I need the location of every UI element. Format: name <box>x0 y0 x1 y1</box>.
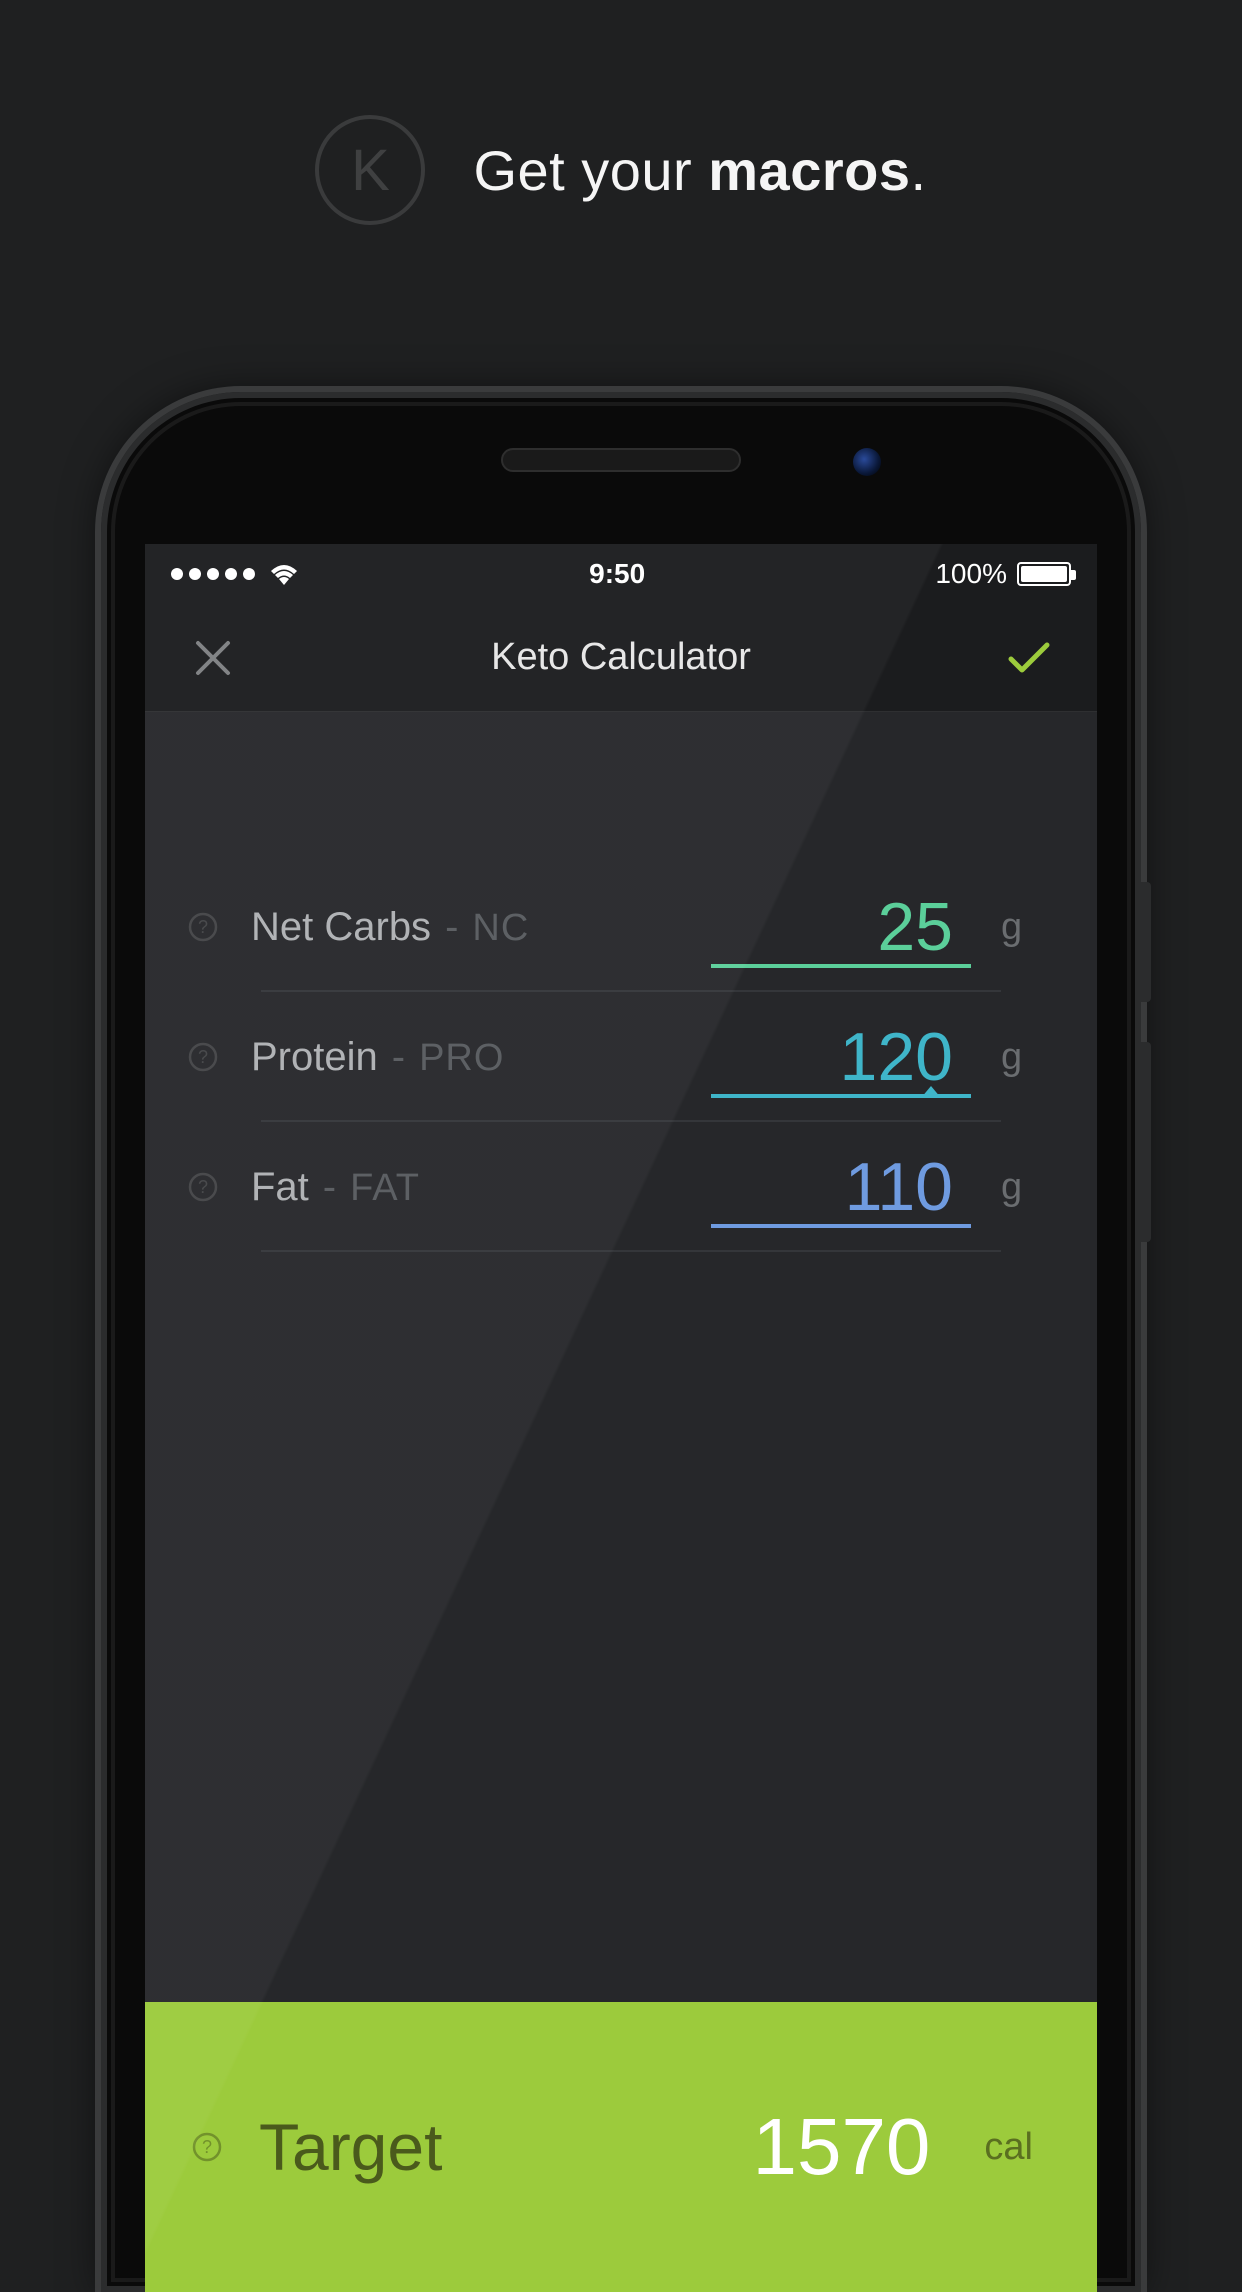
macro-row-protein: ? Protein - PRO 120 g <box>185 992 1041 1122</box>
target-label: Target <box>259 2109 718 2185</box>
macro-abbr: NC <box>472 907 529 950</box>
label-separator: - <box>323 1165 336 1210</box>
unit-label: g <box>1001 906 1041 949</box>
battery-icon <box>1017 562 1071 586</box>
row-divider <box>261 1250 1001 1252</box>
target-panel: ? Target 1570 cal <box>145 2002 1097 2292</box>
macro-row-net-carbs: ? Net Carbs - NC 25 g <box>185 862 1041 992</box>
svg-text:?: ? <box>198 1047 208 1067</box>
help-button[interactable]: ? <box>185 912 221 942</box>
tagline-pre: Get your <box>473 139 708 202</box>
help-icon: ? <box>188 912 218 942</box>
confirm-button[interactable] <box>1001 630 1057 686</box>
tagline: Get your macros. <box>473 138 926 203</box>
macro-label-wrap: Protein - PRO <box>251 1035 681 1080</box>
phone-side-button <box>1141 1042 1151 1242</box>
help-icon: ? <box>188 1172 218 1202</box>
phone-side-button <box>1141 882 1151 1002</box>
macro-list: ? Net Carbs - NC 25 g ? P <box>145 712 1097 1252</box>
target-value: 1570 <box>752 2101 930 2193</box>
macro-label: Net Carbs <box>251 905 431 950</box>
macro-row-fat: ? Fat - FAT 110 g <box>185 1122 1041 1252</box>
help-button[interactable]: ? <box>185 1172 221 1202</box>
fat-input[interactable]: 110 <box>711 1148 971 1226</box>
svg-text:?: ? <box>198 1177 208 1197</box>
close-button[interactable] <box>185 630 241 686</box>
help-icon: ? <box>188 1042 218 1072</box>
macro-label: Fat <box>251 1165 309 1210</box>
k-logo-icon: K <box>315 115 425 225</box>
macro-label-wrap: Fat - FAT <box>251 1165 681 1210</box>
value-underline <box>711 964 971 968</box>
promo-header: K Get your macros. <box>0 115 1242 225</box>
status-time: 9:50 <box>589 558 645 590</box>
status-right: 100% <box>935 558 1071 590</box>
k-logo-letter: K <box>351 137 390 204</box>
value-underline <box>711 1224 971 1228</box>
net-carbs-input[interactable]: 25 <box>711 888 971 966</box>
battery-percent: 100% <box>935 558 1007 590</box>
signal-dots-icon <box>171 568 255 580</box>
target-unit: cal <box>984 2126 1033 2169</box>
phone-speaker <box>501 448 741 472</box>
macro-abbr: PRO <box>419 1037 504 1080</box>
macro-label: Protein <box>251 1035 378 1080</box>
fat-value: 110 <box>845 1149 953 1225</box>
net-carbs-value: 25 <box>877 889 953 965</box>
macro-abbr: FAT <box>350 1167 420 1210</box>
help-button[interactable]: ? <box>189 2132 225 2162</box>
svg-text:?: ? <box>202 2137 212 2157</box>
tagline-bold: macros <box>708 139 910 202</box>
caret-up-icon <box>921 1086 941 1098</box>
protein-value: 120 <box>840 1019 953 1095</box>
close-icon <box>194 639 232 677</box>
nav-title: Keto Calculator <box>491 636 751 679</box>
check-icon <box>1005 639 1053 677</box>
phone-camera <box>853 448 881 476</box>
help-button[interactable]: ? <box>185 1042 221 1072</box>
label-separator: - <box>445 905 458 950</box>
unit-label: g <box>1001 1166 1041 1209</box>
nav-bar: Keto Calculator <box>145 604 1097 712</box>
svg-text:?: ? <box>198 917 208 937</box>
unit-label: g <box>1001 1036 1041 1079</box>
status-bar: 9:50 100% <box>145 544 1097 604</box>
status-left <box>171 563 299 585</box>
label-separator: - <box>392 1035 405 1080</box>
wifi-icon <box>269 563 299 585</box>
screen: 9:50 100% Keto Calculator ? Ne <box>145 544 1097 2292</box>
tagline-post: . <box>911 139 927 202</box>
help-icon: ? <box>192 2132 222 2162</box>
protein-input[interactable]: 120 <box>711 1018 971 1096</box>
phone-frame: 9:50 100% Keto Calculator ? Ne <box>101 392 1141 2292</box>
macro-label-wrap: Net Carbs - NC <box>251 905 681 950</box>
